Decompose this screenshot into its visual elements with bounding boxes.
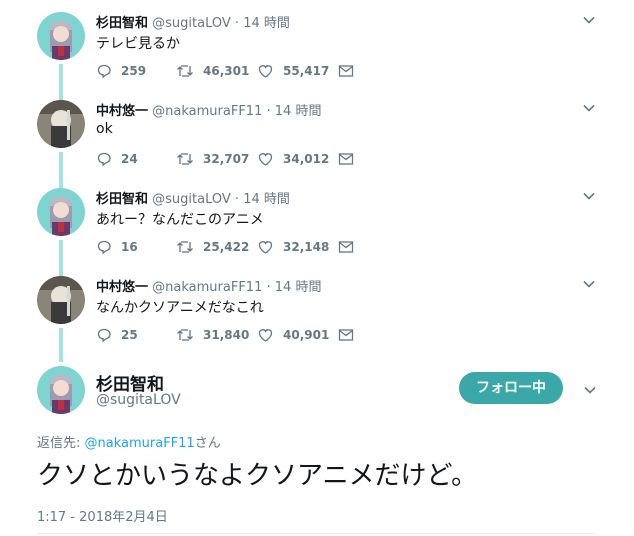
timestamp[interactable]: 1:17 - 2018年2月4日 [37, 506, 168, 525]
tweet-text: なんかクソアニメだなこれ [96, 300, 264, 316]
author-name[interactable]: 杉田智和 [96, 192, 148, 207]
avatar[interactable] [37, 100, 85, 148]
retweet-icon [176, 327, 203, 343]
retweet-count: 46,301 [203, 64, 250, 78]
reply-to: 返信先: @nakamuraFF11さん [37, 432, 221, 451]
author-name[interactable]: 杉田智和 [96, 16, 148, 31]
tweet-time[interactable]: 14 時間 [243, 192, 290, 207]
chevron-down-icon[interactable] [582, 188, 596, 202]
separator-dot: · [266, 104, 271, 119]
avatar[interactable] [37, 12, 85, 60]
tweet-time[interactable]: 14 時間 [275, 104, 322, 119]
tweet-time[interactable]: 14 時間 [275, 280, 322, 295]
retweet-count: 32,707 [203, 152, 250, 166]
retweet-icon [176, 151, 203, 167]
tweet-header: 杉田智和 @sugitaLOV · 14 時間 [96, 12, 290, 31]
heart-icon [257, 151, 283, 167]
separator-dot: · [266, 280, 271, 295]
tweet-header: 中村悠一 @nakamuraFF11 · 14 時間 [96, 276, 321, 295]
like-count: 34,012 [283, 152, 330, 166]
tweet-row[interactable]: 杉田智和 @sugitaLOV · 14 時間 あれー？なんだこのアニメ 16 25,… [0, 176, 634, 264]
like-count: 32,148 [283, 240, 330, 254]
tweet-text: クソとかいうなよクソアニメだけど。 [37, 461, 478, 491]
reply-button[interactable]: 25 [96, 326, 138, 344]
like-button[interactable]: 40,901 [257, 326, 329, 344]
retweet-count: 31,840 [203, 328, 250, 342]
chevron-down-icon[interactable] [582, 276, 596, 290]
envelope-icon [338, 240, 363, 254]
retweet-button[interactable]: 31,840 [176, 326, 249, 344]
tweet-header: 杉田智和 @sugitaLOV · 14 時間 [96, 188, 290, 207]
envelope-icon [338, 152, 363, 166]
reply-count: 16 [121, 240, 138, 254]
like-button[interactable]: 34,012 [257, 150, 329, 168]
following-button[interactable]: フォロー中 [459, 372, 563, 404]
separator-dot: · [234, 16, 240, 31]
divider [37, 533, 596, 534]
author-name[interactable]: 中村悠一 [96, 104, 148, 119]
avatar[interactable] [37, 366, 85, 414]
tweet-text: ok [96, 121, 113, 137]
reply-button[interactable]: 24 [96, 150, 138, 168]
author-handle[interactable]: @nakamuraFF11 [152, 280, 262, 295]
avatar[interactable] [37, 188, 85, 236]
retweet-icon [176, 63, 203, 79]
heart-icon [257, 327, 283, 343]
reply-icon [96, 63, 121, 79]
tweet-time[interactable]: 14 時間 [243, 16, 290, 31]
dm-button[interactable] [338, 238, 363, 256]
author-handle[interactable]: @sugitaLOV [96, 392, 181, 408]
reply-button[interactable]: 16 [96, 238, 138, 256]
reply-to-suffix: さん [194, 436, 221, 451]
avatar[interactable] [37, 276, 85, 324]
like-count: 40,901 [283, 328, 330, 342]
author-handle[interactable]: @sugitaLOV [152, 192, 231, 207]
retweet-count: 25,422 [203, 240, 250, 254]
tweet-text: テレビ見るか [96, 36, 180, 52]
tweet-row[interactable]: 中村悠一 @nakamuraFF11 · 14 時間 ok 24 32,707 34,0… [0, 88, 634, 176]
like-count: 55,417 [283, 64, 330, 78]
reply-button[interactable]: 259 [96, 62, 146, 80]
reply-to-link[interactable]: @nakamuraFF11 [85, 436, 195, 451]
author-handle[interactable]: @nakamuraFF11 [152, 104, 262, 119]
like-button[interactable]: 55,417 [257, 62, 329, 80]
author-name[interactable]: 中村悠一 [96, 280, 148, 295]
separator-dot: · [234, 192, 240, 207]
chevron-down-icon[interactable] [582, 12, 596, 26]
retweet-button[interactable]: 46,301 [176, 62, 249, 80]
retweet-icon [176, 239, 203, 255]
reply-to-prefix: 返信先: [37, 436, 85, 451]
chevron-down-icon[interactable] [583, 382, 597, 396]
envelope-icon [338, 328, 363, 342]
reply-count: 259 [121, 64, 147, 78]
tweet-header: 中村悠一 @nakamuraFF11 · 14 時間 [96, 100, 321, 119]
reply-icon [96, 239, 121, 255]
heart-icon [257, 239, 283, 255]
like-button[interactable]: 32,148 [257, 238, 329, 256]
dm-button[interactable] [338, 150, 363, 168]
reply-icon [96, 327, 121, 343]
dm-button[interactable] [338, 326, 363, 344]
retweet-button[interactable]: 25,422 [176, 238, 249, 256]
reply-icon [96, 151, 121, 167]
reply-count: 24 [121, 152, 138, 166]
tweet-row[interactable]: 中村悠一 @nakamuraFF11 · 14 時間 なんかクソアニメだなこれ 25… [0, 264, 634, 352]
tweet-row[interactable]: 杉田智和 @sugitaLOV · 14 時間 テレビ見るか 259 46,301 55… [0, 0, 634, 88]
tweet-text: あれー？なんだこのアニメ [96, 212, 264, 228]
author-handle[interactable]: @sugitaLOV [152, 16, 231, 31]
dm-button[interactable] [338, 62, 363, 80]
reply-count: 25 [121, 328, 138, 342]
envelope-icon [338, 64, 363, 78]
heart-icon [257, 63, 283, 79]
chevron-down-icon[interactable] [582, 100, 596, 114]
retweet-button[interactable]: 32,707 [176, 150, 249, 168]
